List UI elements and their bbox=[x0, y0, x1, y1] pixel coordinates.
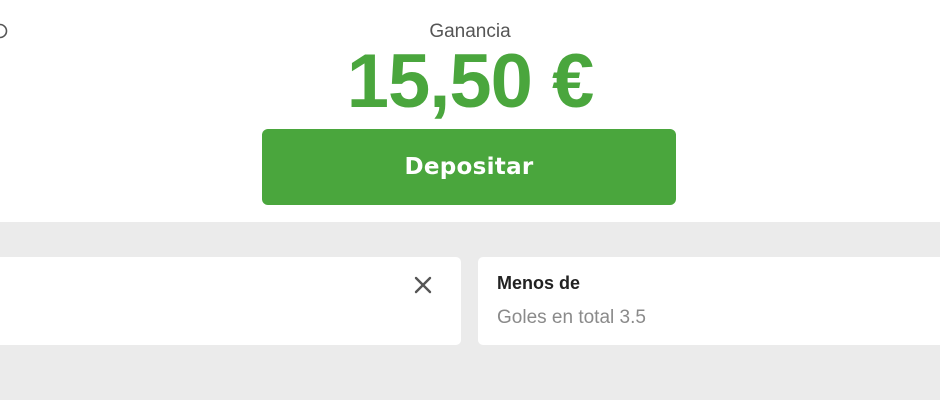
deposit-button[interactable]: Depositar bbox=[262, 129, 676, 205]
selection-card[interactable]: Menos de Goles en total 3.5 bbox=[478, 257, 940, 345]
bet-slip-area: Menos de Goles en total 3.5 bbox=[0, 222, 940, 400]
selection-subtitle: Goles en total 3.5 bbox=[497, 307, 646, 328]
summary-panel: Ganancia 15,50 € Depositar bbox=[0, 0, 940, 222]
selection-card-left[interactable] bbox=[0, 257, 461, 345]
close-icon[interactable] bbox=[412, 274, 434, 296]
selection-title: Menos de bbox=[497, 273, 581, 293]
gain-amount: 15,50 € bbox=[346, 39, 595, 124]
